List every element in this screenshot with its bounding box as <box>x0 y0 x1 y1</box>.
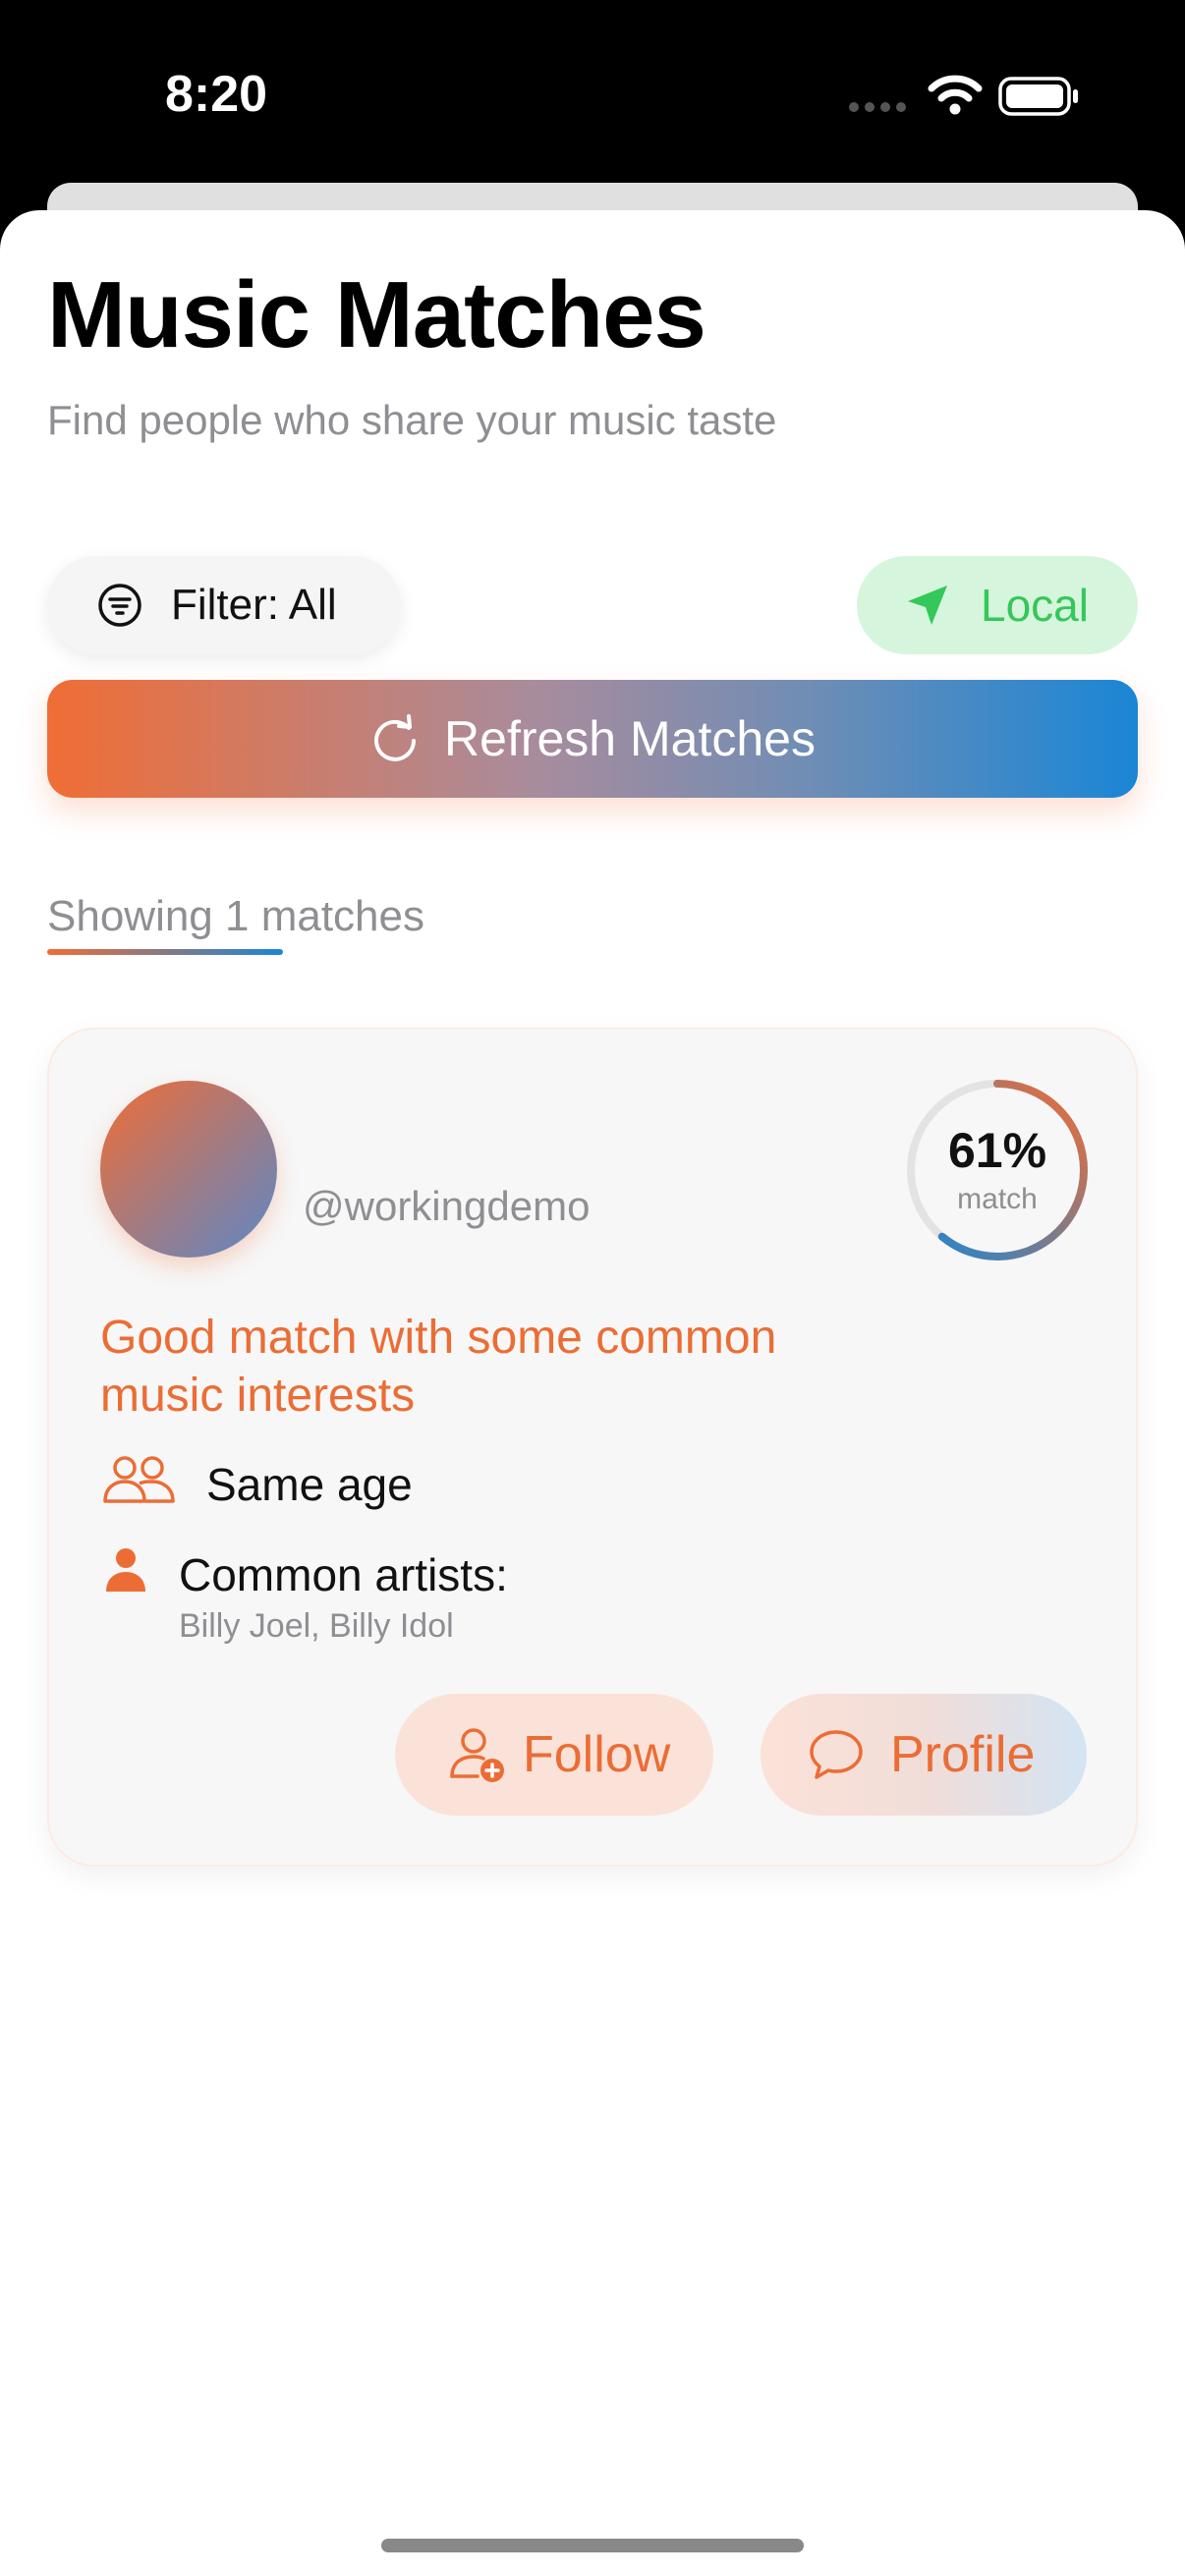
match-percent: 61% <box>947 1123 1047 1178</box>
local-button[interactable]: Local <box>857 556 1138 654</box>
common-artists-heading: Common artists: <box>179 1549 508 1600</box>
people-icon <box>103 1456 175 1503</box>
results-underline <box>47 949 283 955</box>
common-artists-list: Billy Joel, Billy Idol <box>179 1607 454 1645</box>
avatar[interactable] <box>100 1081 277 1258</box>
wifi-icon <box>928 75 983 115</box>
username: @workingdemo <box>303 1183 591 1229</box>
match-card: @workingdemo 61% match Good match with s… <box>47 1028 1138 1867</box>
status-bar: 8:20 <box>0 0 1185 187</box>
local-label: Local <box>981 580 1089 631</box>
profile-label: Profile <box>890 1726 1036 1783</box>
refresh-label: Refresh Matches <box>444 711 816 766</box>
status-time: 8:20 <box>165 66 268 123</box>
same-age-label: Same age <box>206 1459 413 1510</box>
screen: 8:20 Music Matches Find people who share… <box>0 0 1185 2576</box>
refresh-matches-button[interactable]: Refresh Matches <box>47 680 1138 798</box>
filter-icon <box>98 584 141 627</box>
person-icon <box>106 1548 145 1592</box>
page-title: Music Matches <box>47 262 706 367</box>
profile-button[interactable]: Profile <box>761 1694 1087 1816</box>
match-label: match <box>957 1183 1038 1215</box>
filter-label: Filter: All <box>171 581 337 629</box>
battery-icon <box>998 77 1078 116</box>
match-score-ring: 61% match <box>902 1075 1093 1265</box>
location-arrow-icon <box>908 586 947 625</box>
match-description: Good match with some common music intere… <box>100 1312 777 1422</box>
results-count: Showing 1 matches <box>47 892 424 940</box>
home-indicator <box>381 2539 804 2552</box>
follow-button[interactable]: Follow <box>395 1694 713 1816</box>
cellular-signal-icon <box>849 102 906 112</box>
person-add-icon <box>450 1728 504 1782</box>
speech-bubble-icon <box>810 1730 863 1779</box>
filter-button[interactable]: Filter: All <box>47 556 401 654</box>
follow-label: Follow <box>523 1726 671 1783</box>
refresh-icon <box>374 714 417 761</box>
page-subtitle: Find people who share your music taste <box>47 397 777 443</box>
